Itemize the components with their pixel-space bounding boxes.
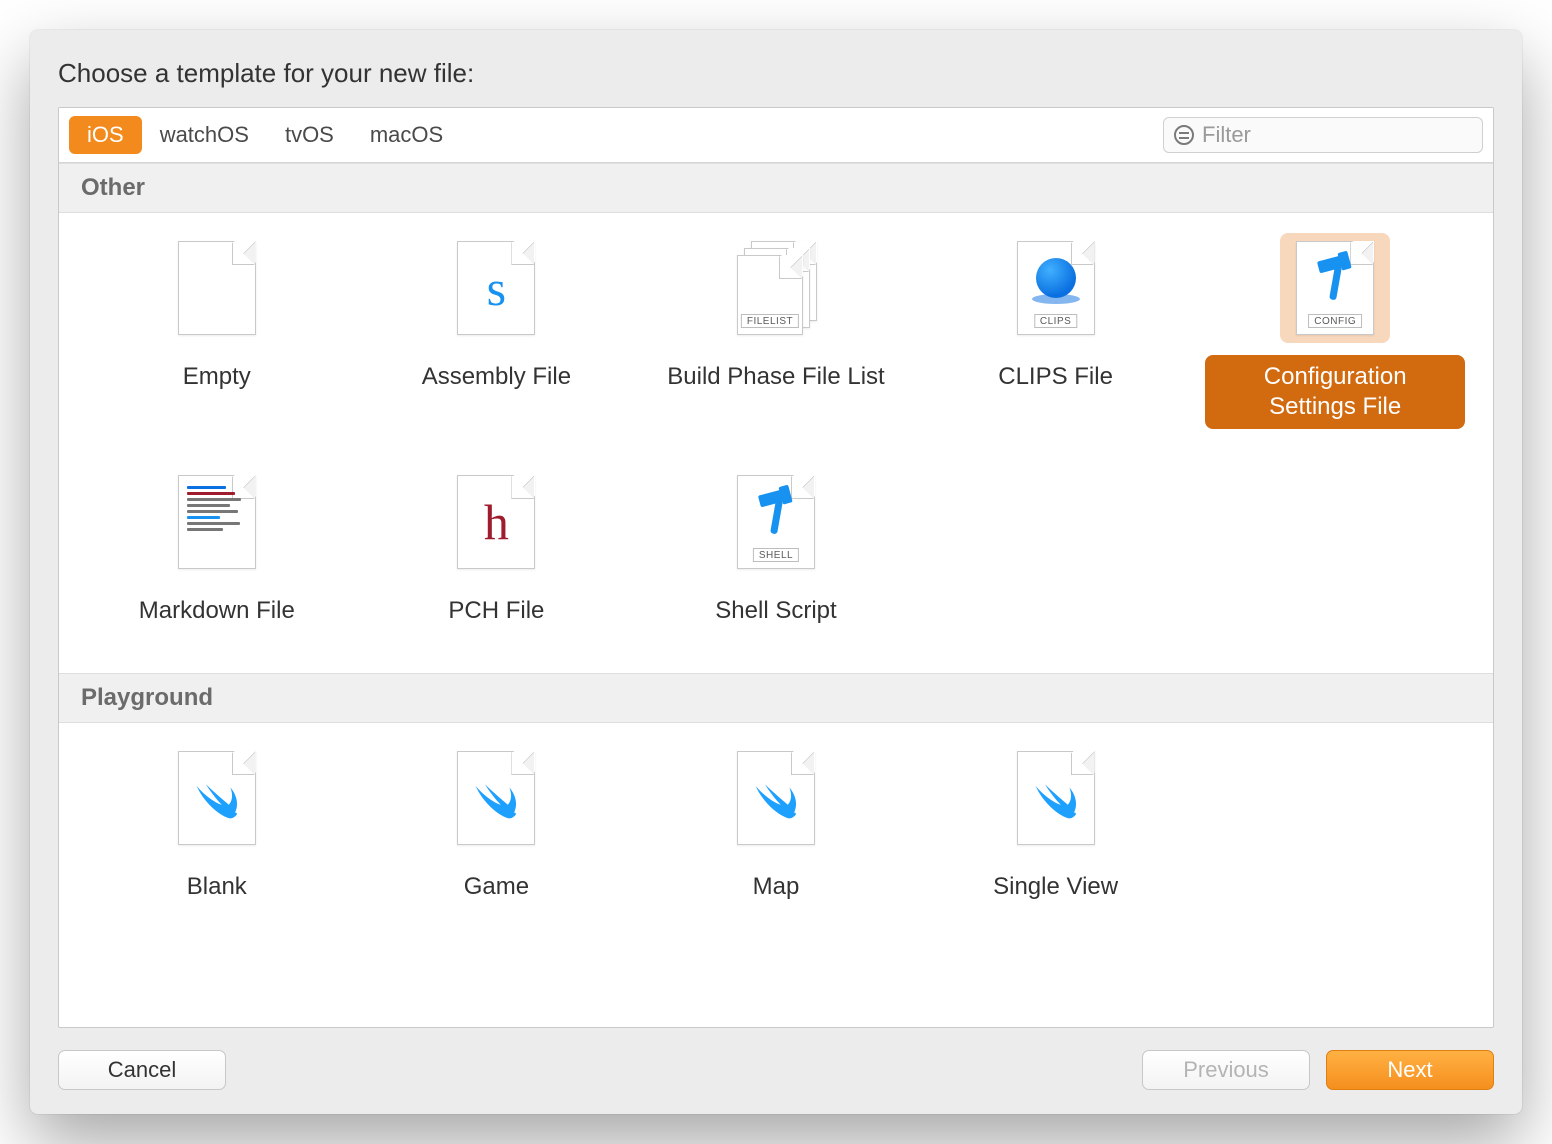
next-button[interactable]: Next bbox=[1326, 1050, 1494, 1090]
new-file-dialog: Choose a template for your new file: iOS… bbox=[30, 30, 1522, 1114]
file-icon bbox=[1017, 751, 1095, 845]
template-configuration-settings-file[interactable]: CONFIG Configuration Settings File bbox=[1195, 233, 1475, 429]
file-icon bbox=[178, 475, 256, 569]
template-label: PCH File bbox=[430, 589, 562, 633]
filter-input[interactable]: Filter bbox=[1163, 117, 1483, 153]
template-clips-file[interactable]: CLIPS CLIPS File bbox=[916, 233, 1196, 429]
hammer-icon bbox=[759, 490, 793, 530]
template-label: Map bbox=[735, 865, 818, 909]
file-icon: h bbox=[457, 475, 535, 569]
grid-playground: Blank Game bbox=[59, 723, 1493, 949]
template-label: Single View bbox=[975, 865, 1136, 909]
template-label: Shell Script bbox=[697, 589, 854, 633]
template-label: Markdown File bbox=[121, 589, 313, 633]
template-shell-script[interactable]: SHELL Shell Script bbox=[636, 467, 916, 633]
content-area: iOS watchOS tvOS macOS Filter Other Empt… bbox=[58, 107, 1494, 1028]
file-icon bbox=[178, 751, 256, 845]
template-label: Configuration Settings File bbox=[1205, 355, 1465, 429]
stacked-files-icon: FILELIST bbox=[737, 241, 815, 335]
sphere-icon bbox=[1036, 258, 1076, 298]
file-icon bbox=[457, 751, 535, 845]
template-label: Game bbox=[446, 865, 547, 909]
section-header-playground: Playground bbox=[59, 673, 1493, 723]
tab-ios[interactable]: iOS bbox=[69, 116, 142, 154]
template-label: Assembly File bbox=[404, 355, 589, 399]
template-label: Blank bbox=[169, 865, 265, 909]
hammer-icon bbox=[1318, 256, 1352, 296]
file-badge: CONFIG bbox=[1308, 314, 1362, 328]
swift-icon bbox=[191, 776, 243, 820]
tab-macos[interactable]: macOS bbox=[352, 116, 461, 154]
file-icon: CONFIG bbox=[1296, 241, 1374, 335]
template-markdown-file[interactable]: Markdown File bbox=[77, 467, 357, 633]
file-icon: s bbox=[457, 241, 535, 335]
cancel-button[interactable]: Cancel bbox=[58, 1050, 226, 1090]
filter-icon bbox=[1174, 125, 1194, 145]
template-empty[interactable]: Empty bbox=[77, 233, 357, 429]
file-icon bbox=[178, 241, 256, 335]
template-pch-file[interactable]: h PCH File bbox=[357, 467, 637, 633]
template-game[interactable]: Game bbox=[357, 743, 637, 909]
platform-tabs: iOS watchOS tvOS macOS bbox=[69, 116, 461, 154]
file-icon bbox=[737, 751, 815, 845]
toolbar: iOS watchOS tvOS macOS Filter bbox=[59, 108, 1493, 163]
previous-button[interactable]: Previous bbox=[1142, 1050, 1310, 1090]
tab-watchos[interactable]: watchOS bbox=[142, 116, 267, 154]
template-single-view[interactable]: Single View bbox=[916, 743, 1196, 909]
file-icon: SHELL bbox=[737, 475, 815, 569]
grid-other: Empty s Assembly File FI bbox=[59, 213, 1493, 673]
footer: Cancel Previous Next bbox=[58, 1028, 1494, 1090]
letter-s-icon: s bbox=[458, 242, 534, 334]
template-label: Empty bbox=[165, 355, 269, 399]
markdown-lines-icon bbox=[187, 486, 247, 558]
template-map[interactable]: Map bbox=[636, 743, 916, 909]
template-assembly-file[interactable]: s Assembly File bbox=[357, 233, 637, 429]
file-icon: CLIPS bbox=[1017, 241, 1095, 335]
swift-icon bbox=[1030, 776, 1082, 820]
dialog-title: Choose a template for your new file: bbox=[58, 58, 1494, 89]
template-build-phase-file-list[interactable]: FILELIST Build Phase File List bbox=[636, 233, 916, 429]
file-badge: CLIPS bbox=[1034, 314, 1077, 328]
tab-tvos[interactable]: tvOS bbox=[267, 116, 352, 154]
letter-h-icon: h bbox=[458, 476, 534, 568]
filter-placeholder: Filter bbox=[1202, 122, 1251, 148]
template-label: Build Phase File List bbox=[649, 355, 902, 399]
swift-icon bbox=[750, 776, 802, 820]
template-label: CLIPS File bbox=[980, 355, 1131, 399]
template-blank[interactable]: Blank bbox=[77, 743, 357, 909]
swift-icon bbox=[470, 776, 522, 820]
file-badge: FILELIST bbox=[741, 314, 799, 328]
section-header-other: Other bbox=[59, 163, 1493, 213]
file-badge: SHELL bbox=[753, 548, 799, 562]
